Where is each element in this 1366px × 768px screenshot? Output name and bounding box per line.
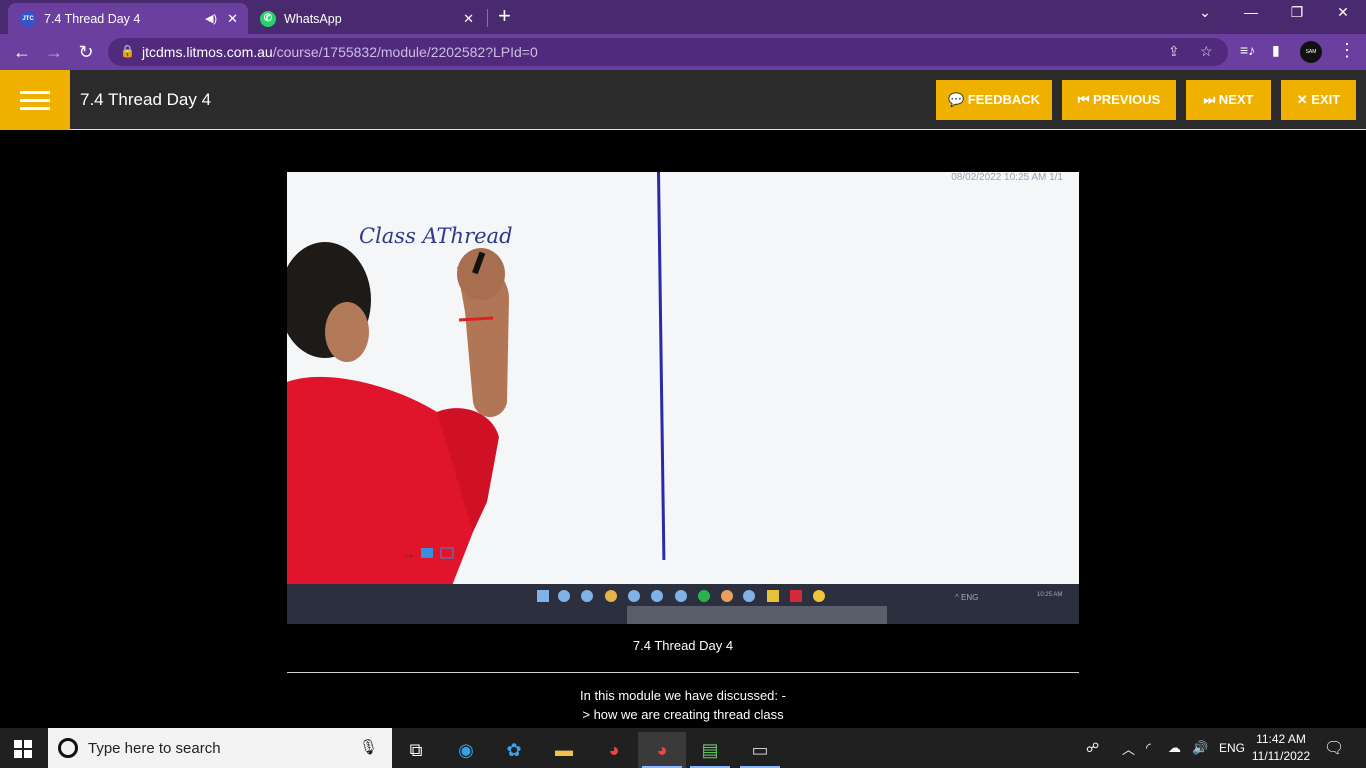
chevron-up-icon[interactable]: ︿ (1122, 728, 1135, 768)
feedback-button[interactable]: 💬 FEEDBACK (936, 80, 1052, 120)
clock-time: 11:42 AM (1256, 732, 1306, 746)
next-button[interactable]: ⏭ NEXT (1186, 80, 1271, 120)
system-clock[interactable]: 11:42 AM 11/11/2022 (1244, 731, 1318, 765)
svg-text:10:25 AM: 10:25 AM (1037, 592, 1062, 598)
task-view-icon[interactable]: ⧉ (392, 732, 440, 768)
tab-title: WhatsApp (284, 11, 342, 26)
video-player[interactable]: 08/02/2022 10:25 AM 1/1 Class AThread ^ … (287, 172, 1079, 624)
windows-taskbar: Type here to search 🎙 ⧉ ◉ ✿ ▬ ◕ ◕ ▤ ▭ ☍ … (0, 728, 1366, 768)
people-icon[interactable]: ☍ (1086, 728, 1099, 768)
restore-button[interactable]: ❐ (1282, 4, 1312, 21)
notifications-icon[interactable]: 🗨 (1324, 728, 1344, 768)
taskbar-search-input[interactable]: Type here to search 🎙 (48, 728, 392, 768)
jtc-favicon-icon: JTC (20, 10, 36, 27)
new-tab-button[interactable]: + (498, 3, 511, 29)
description-line: > how we are creating thread class (582, 707, 784, 722)
avatar[interactable]: SAM (1300, 41, 1322, 63)
tab-audio-icon[interactable]: ◀) (205, 12, 217, 25)
windows-start-icon[interactable] (14, 740, 32, 758)
onedrive-icon[interactable]: ☁ (1168, 728, 1181, 768)
tab-whatsapp[interactable]: ✆ WhatsApp ✕ (252, 3, 484, 34)
browser-tab-strip: JTC 7.4 Thread Day 4 ◀) ✕ ✆ WhatsApp ✕ +… (0, 0, 1366, 34)
search-placeholder: Type here to search (88, 740, 221, 757)
file-explorer-icon[interactable]: ▬ (540, 732, 588, 768)
tab-course[interactable]: JTC 7.4 Thread Day 4 ◀) ✕ (8, 3, 248, 34)
presenter-image: ^ ENG 10:25 AM → (287, 242, 1079, 624)
clock-date: 11/11/2022 (1251, 749, 1311, 763)
browser-menu-icon[interactable]: ⋮ (1338, 40, 1356, 61)
back-button[interactable]: ← (10, 40, 34, 64)
previous-button[interactable]: ⏮ PREVIOUS (1062, 80, 1176, 120)
browser-toolbar: ← → ↻ 🔒 jtcdms.litmos.com.au/course/1755… (0, 34, 1366, 70)
url-text: jtcdms.litmos.com.au/course/1755832/modu… (142, 44, 538, 60)
forward-button[interactable]: → (42, 40, 66, 64)
description-line: In this module we have discussed: - (580, 688, 786, 703)
language-indicator[interactable]: ENG (1219, 728, 1245, 768)
module-description: In this module we have discussed: - > ho… (287, 686, 1079, 724)
microphone-icon[interactable]: 🎙 (359, 738, 378, 756)
network-icon[interactable]: ◜ (1146, 728, 1151, 768)
video-caption-title: 7.4 Thread Day 4 (632, 638, 734, 653)
tab-divider (487, 9, 488, 27)
edge-icon[interactable]: ◉ (442, 732, 490, 768)
bookmark-star-icon[interactable]: ☆ (1200, 43, 1213, 60)
chrome-icon[interactable]: ◕ (590, 732, 638, 768)
close-window-button[interactable]: ✕ (1328, 4, 1358, 21)
side-panel-icon[interactable]: ▮ (1272, 42, 1280, 59)
share-icon[interactable]: ⇪ (1168, 43, 1180, 60)
volume-icon[interactable]: 🔊 (1192, 728, 1208, 768)
media-control-icon[interactable]: ≡♪ (1240, 42, 1255, 58)
notepad-app-icon[interactable]: ▤ (686, 732, 734, 768)
minimize-button[interactable]: — (1236, 4, 1266, 20)
close-icon[interactable]: ✕ (463, 11, 474, 27)
close-icon[interactable]: ✕ (227, 11, 238, 27)
course-header: 7.4 Thread Day 4 💬 FEEDBACK ⏮ PREVIOUS ⏭… (0, 70, 1366, 130)
tab-search-icon[interactable]: ⌄ (1190, 4, 1220, 21)
hamburger-menu-button[interactable] (0, 70, 70, 130)
page-title: 7.4 Thread Day 4 (80, 90, 212, 109)
content-divider (287, 672, 1079, 673)
svg-text:→: → (403, 547, 415, 561)
exit-button[interactable]: ✕ EXIT (1281, 80, 1356, 120)
chrome-profile-icon[interactable]: ◕ (638, 732, 686, 768)
tab-title: 7.4 Thread Day 4 (44, 11, 141, 26)
app-store-icon[interactable]: ✿ (490, 732, 538, 768)
svg-text:^ ENG: ^ ENG (955, 593, 978, 602)
cortana-icon (58, 738, 78, 758)
whatsapp-icon: ✆ (260, 10, 276, 27)
terminal-icon[interactable]: ▭ (736, 732, 784, 768)
reload-button[interactable]: ↻ (74, 40, 98, 64)
address-bar[interactable]: 🔒 jtcdms.litmos.com.au/course/1755832/mo… (108, 38, 1228, 66)
lock-icon[interactable]: 🔒 (120, 44, 135, 58)
